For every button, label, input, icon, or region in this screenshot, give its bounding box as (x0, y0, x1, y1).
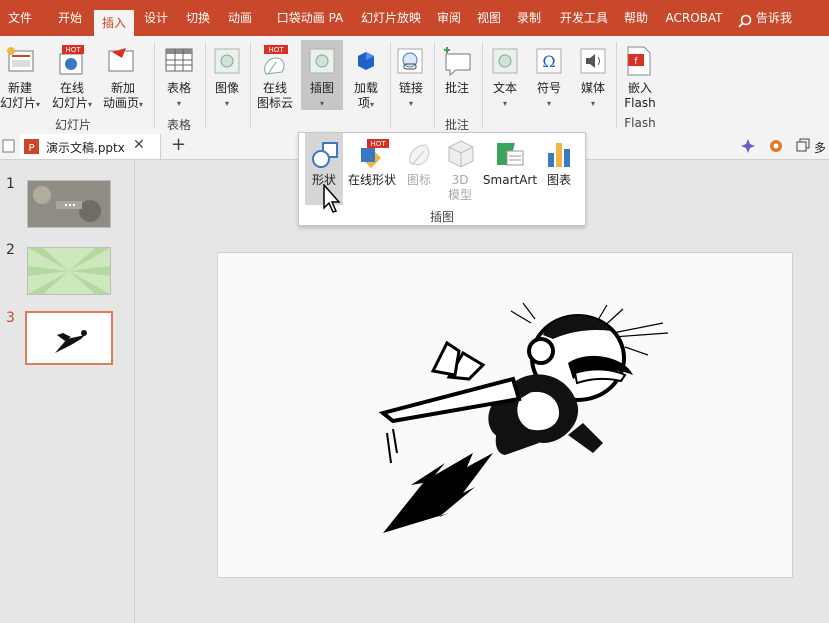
online-shapes-item[interactable]: HOT 在线形状 (345, 133, 399, 205)
symbol-button[interactable]: 符号 ▾ (528, 81, 570, 111)
document-icon (2, 139, 16, 153)
text-button[interactable]: 文本 ▾ (484, 81, 526, 111)
shapes-icon (311, 141, 339, 169)
svg-text:HOT: HOT (268, 46, 284, 54)
magic-wand-icon[interactable] (740, 138, 756, 154)
slide-thumbnail-panel: 1 2 3 (0, 160, 135, 623)
slide-thumbnail-2[interactable] (27, 247, 111, 295)
tab-slideshow[interactable]: 幻灯片放映 (356, 8, 426, 36)
icons-icon (406, 139, 434, 169)
slide-number-active: 3 (6, 310, 15, 326)
settings-gear-icon[interactable] (768, 138, 784, 154)
ribbon-separator (154, 42, 155, 128)
image-icon (214, 48, 240, 74)
close-tab-icon[interactable]: ✕ (133, 137, 145, 153)
tab-pocket-animation[interactable]: 口袋动画 PA (268, 8, 352, 36)
image-button[interactable]: 图像 ▾ (206, 81, 248, 111)
tab-file[interactable]: 文件 (0, 8, 40, 36)
tab-transitions[interactable]: 切换 (180, 8, 216, 36)
new-slide-button[interactable]: 新建 幻灯片▾ (0, 81, 40, 112)
tab-home[interactable]: 开始 (50, 8, 90, 36)
jet-airplane-illustration[interactable] (363, 303, 683, 543)
online-slide-button[interactable]: 在线 幻灯片▾ (50, 81, 94, 112)
group-label-table: 表格 (166, 118, 191, 132)
bar-chart-icon (546, 141, 572, 167)
chart-item[interactable]: 图表 (539, 133, 579, 205)
window-restore-icon[interactable] (796, 138, 810, 152)
tab-view[interactable]: 视图 (472, 8, 506, 36)
embed-flash-button[interactable]: 嵌入 Flash (618, 81, 662, 111)
menu-bar: 文件 开始 插入 设计 切换 动画 口袋动画 PA 幻灯片放映 审阅 视图 录制… (0, 0, 829, 36)
addins-button[interactable]: 加载 项▾ (346, 81, 386, 112)
document-tab-title: 演示文稿.pptx (46, 141, 125, 155)
icons-label: 图标 (406, 173, 431, 187)
omega-icon: Ω (536, 48, 562, 74)
tab-design[interactable]: 设计 (138, 8, 174, 36)
slide-canvas[interactable] (217, 252, 793, 578)
slide-number: 1 (6, 176, 15, 192)
cube-icon (447, 139, 475, 169)
ribbon-separator (434, 42, 435, 128)
new-anim-page-icon (106, 46, 136, 74)
tab-acrobat[interactable]: ACROBAT (660, 8, 728, 36)
svg-text:Ω: Ω (542, 52, 555, 71)
slide-number: 2 (6, 242, 15, 258)
online-shapes-icon: HOT (357, 138, 389, 170)
online-icon-cloud-button[interactable]: 在线 图标云 (252, 81, 298, 111)
illustrations-icon (309, 48, 335, 74)
document-tab[interactable]: P 演示文稿.pptx ✕ (20, 134, 161, 159)
tab-developer[interactable]: 开发工具 (552, 8, 616, 36)
group-label-flash: Flash (624, 116, 656, 130)
online-shapes-label: 在线形状 (347, 173, 396, 187)
comment-button[interactable]: 批注 (436, 81, 478, 96)
addins-icon (354, 50, 378, 74)
tell-me[interactable]: 告诉我 (756, 8, 808, 36)
mouse-cursor-icon (322, 183, 342, 214)
lightbulb-search-icon[interactable] (738, 14, 752, 28)
slide-thumbnail-3[interactable] (25, 311, 113, 365)
online-slide-icon: HOT (56, 44, 86, 76)
new-tab-plus-icon[interactable]: + (171, 134, 186, 155)
links-button[interactable]: 链接 ▾ (390, 81, 432, 111)
svg-text:HOT: HOT (65, 46, 81, 54)
smartart-label: SmartArt (482, 173, 538, 187)
icon-cloud-icon: HOT (258, 44, 292, 78)
pptx-file-icon: P (24, 139, 40, 154)
tab-record[interactable]: 录制 (512, 8, 546, 36)
illustrations-label: 插图 ▾ (309, 81, 334, 108)
table-button[interactable]: 表格 ▾ (158, 81, 200, 111)
ribbon-separator (250, 42, 251, 128)
text-icon (492, 48, 518, 74)
speaker-icon (580, 48, 606, 74)
icons-item[interactable]: 图标 (401, 133, 437, 205)
smartart-item[interactable]: SmartArt (481, 133, 539, 205)
group-label-slides: 幻灯片 (54, 118, 91, 132)
table-icon (165, 48, 193, 74)
ribbon-separator (482, 42, 483, 128)
tab-review[interactable]: 审阅 (432, 8, 466, 36)
ribbon: 新建 幻灯片▾ HOT 在线 幻灯片▾ 新加 动画页▾ 幻灯片 表格 ▾ 表格 图像 ▾ … (0, 36, 829, 135)
tab-insert[interactable]: 插入 (94, 10, 134, 36)
flash-icon: f (626, 46, 652, 76)
new-anim-page-button[interactable]: 新加 动画页▾ (98, 81, 148, 112)
slide-thumbnail-1[interactable] (27, 180, 111, 228)
link-icon (397, 48, 423, 74)
tab-help[interactable]: 帮助 (618, 8, 654, 36)
ribbon-separator (616, 42, 617, 128)
chart-label: 图表 (546, 173, 571, 187)
comment-icon (442, 46, 472, 77)
group-label-comment: 批注 (444, 118, 469, 132)
tab-animations[interactable]: 动画 (222, 8, 258, 36)
more-label[interactable]: 多 (814, 139, 826, 156)
3d-models-item[interactable]: 3D 模型 (441, 133, 479, 205)
new-slide-icon (6, 46, 36, 74)
3d-models-label: 3D 模型 (447, 173, 472, 202)
smartart-icon (495, 141, 525, 167)
svg-text:HOT: HOT (370, 140, 386, 148)
svg-text:P: P (28, 143, 34, 154)
illustrations-button[interactable]: 插图 ▾ (301, 40, 343, 110)
media-button[interactable]: 媒体 ▾ (572, 81, 614, 111)
